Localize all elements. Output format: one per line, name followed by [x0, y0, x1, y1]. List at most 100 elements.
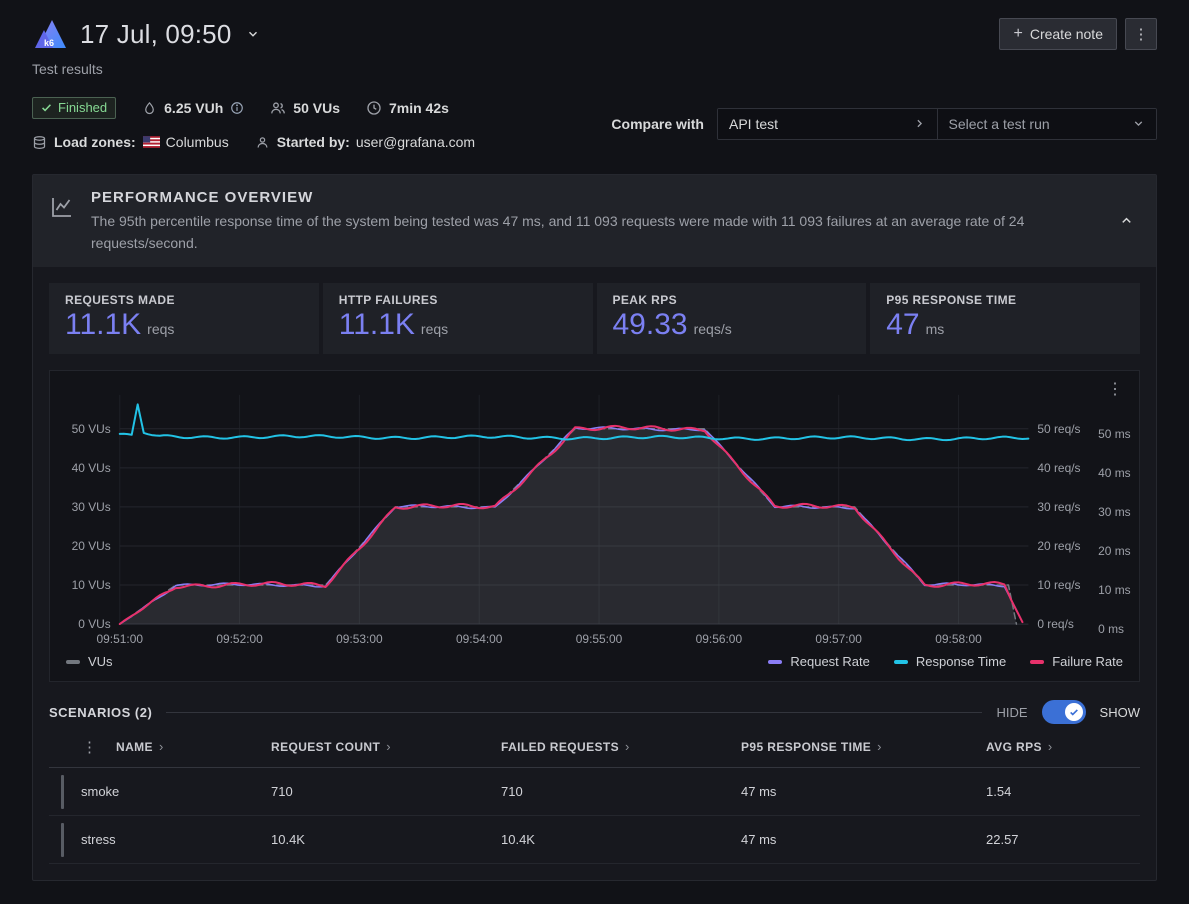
legend-item-failure-rate[interactable]: Failure Rate — [1030, 654, 1123, 669]
title-dropdown-chevron[interactable] — [244, 25, 262, 43]
row-accent — [61, 775, 64, 809]
user-icon — [255, 135, 270, 150]
svg-text:09:51:00: 09:51:00 — [97, 632, 144, 646]
load-zones: Load zones: Columbus — [32, 134, 229, 150]
svg-text:40 VUs: 40 VUs — [72, 461, 111, 475]
legend-item-request-rate[interactable]: Request Rate — [768, 654, 870, 669]
column-header-request-count[interactable]: REQUEST COUNT› — [271, 739, 501, 754]
run-summary: Finished 6.25 VUh 50 VUs 7min 42s — [32, 97, 1157, 150]
started-by-label: Started by: — [277, 134, 350, 150]
overview-description: The 95th percentile response time of the… — [91, 211, 1076, 254]
column-header-p95-response-time[interactable]: P95 RESPONSE TIME› — [741, 739, 986, 754]
collapse-chevron-up-icon[interactable] — [1113, 207, 1140, 237]
header-kebab-button[interactable]: ⋮ — [1125, 18, 1157, 50]
svg-text:0 ms: 0 ms — [1098, 622, 1124, 636]
cell-request-count: 710 — [271, 784, 501, 799]
table-row-smoke[interactable]: smoke 710 710 47 ms 1.54 — [49, 768, 1140, 816]
stat-unit: reqs — [421, 321, 448, 337]
stat-http-failures: HTTP FAILURES 11.1K reqs — [323, 283, 593, 354]
svg-text:0 VUs: 0 VUs — [78, 617, 111, 631]
svg-text:30 req/s: 30 req/s — [1037, 500, 1080, 514]
cell-request-count: 10.4K — [271, 832, 501, 847]
divider — [166, 712, 982, 713]
performance-chart[interactable]: 0 VUs0 req/s0 ms10 VUs10 req/s10 ms20 VU… — [50, 377, 1139, 652]
column-header-failed-requests[interactable]: FAILED REQUESTS› — [501, 739, 741, 754]
stat-value: 11.1K — [339, 308, 415, 342]
cell-p95-response-time: 47 ms — [741, 784, 986, 799]
legend-swatch — [1030, 660, 1044, 664]
stat-unit: reqs/s — [694, 321, 732, 337]
overview-stats: REQUESTS MADE 11.1K reqs HTTP FAILURES 1… — [49, 283, 1140, 354]
started-by-value: user@grafana.com — [356, 134, 475, 150]
compare-run-select[interactable]: Select a test run — [938, 109, 1157, 139]
scenarios-table-header: ⋮ NAME› REQUEST COUNT› FAILED REQUESTS› … — [49, 726, 1140, 768]
load-zones-label: Load zones: — [54, 134, 136, 150]
svg-text:20 VUs: 20 VUs — [72, 539, 111, 553]
column-header-avg-rps[interactable]: AVG RPS› — [986, 739, 1140, 754]
table-kebab-icon[interactable]: ⋮ — [49, 738, 116, 756]
stat-label: REQUESTS MADE — [65, 293, 303, 307]
svg-text:09:57:00: 09:57:00 — [815, 632, 862, 646]
legend-item-response-time[interactable]: Response Time — [894, 654, 1006, 669]
stat-peak-rps: PEAK RPS 49.33 reqs/s — [597, 283, 867, 354]
column-header-name[interactable]: NAME› — [116, 739, 271, 754]
cell-p95-response-time: 47 ms — [741, 832, 986, 847]
row-accent — [61, 823, 64, 857]
legend-swatch — [768, 660, 782, 664]
plus-icon: + — [1013, 26, 1022, 42]
scenarios-bar: SCENARIOS (2) HIDE SHOW — [49, 700, 1140, 724]
create-note-button[interactable]: + Create note — [999, 18, 1117, 50]
chevron-down-icon — [1132, 117, 1145, 130]
legend-swatch — [66, 660, 80, 664]
compare-test-select[interactable]: API test — [718, 109, 938, 139]
stat-value: 49.33 — [613, 308, 688, 342]
overview-panel-header[interactable]: PERFORMANCE OVERVIEW The 95th percentile… — [33, 175, 1156, 267]
legend-item-vus[interactable]: VUs — [66, 654, 113, 669]
cell-avg-rps: 22.57 — [986, 832, 1140, 847]
legend-label: Response Time — [916, 654, 1006, 669]
cell-avg-rps: 1.54 — [986, 784, 1140, 799]
table-row-stress[interactable]: stress 10.4K 10.4K 47 ms 22.57 — [49, 816, 1140, 864]
svg-text:40 ms: 40 ms — [1098, 466, 1131, 480]
k6-test-results-page: k6 17 Jul, 09:50 Test results + Create n… — [0, 0, 1189, 893]
overview-header-text: PERFORMANCE OVERVIEW The 95th percentile… — [91, 189, 1076, 254]
stat-requests-made: REQUESTS MADE 11.1K reqs — [49, 283, 319, 354]
svg-text:0 req/s: 0 req/s — [1037, 617, 1074, 631]
scenarios-title: SCENARIOS (2) — [49, 705, 152, 720]
performance-overview-panel: PERFORMANCE OVERVIEW The 95th percentile… — [32, 174, 1157, 881]
svg-text:09:54:00: 09:54:00 — [456, 632, 503, 646]
sort-chevron-icon: › — [159, 739, 164, 754]
page-title: 17 Jul, 09:50 — [80, 19, 232, 50]
k6-logo: k6 — [32, 16, 68, 52]
svg-text:20 req/s: 20 req/s — [1037, 539, 1080, 553]
vuh-value: 6.25 VUh — [164, 100, 223, 116]
vus-metric: 50 VUs — [270, 100, 340, 116]
users-icon — [270, 100, 286, 116]
sort-chevron-icon: › — [386, 739, 391, 754]
overview-title: PERFORMANCE OVERVIEW — [91, 189, 1076, 206]
svg-text:30 VUs: 30 VUs — [72, 500, 111, 514]
compare-run-placeholder: Select a test run — [949, 116, 1050, 132]
sort-chevron-icon: › — [625, 739, 630, 754]
svg-text:40 req/s: 40 req/s — [1037, 461, 1080, 475]
droplet-icon — [142, 101, 157, 116]
performance-chart-card: ⋮ 0 VUs0 req/s0 ms10 VUs10 req/s10 ms20 … — [49, 370, 1140, 682]
svg-text:09:56:00: 09:56:00 — [696, 632, 743, 646]
info-icon[interactable] — [230, 101, 244, 115]
svg-text:k6: k6 — [44, 38, 54, 48]
scenarios-show-toggle[interactable] — [1042, 700, 1086, 724]
database-icon — [32, 135, 47, 150]
header-left: k6 17 Jul, 09:50 Test results — [32, 16, 262, 77]
compare-with: Compare with API test Select a test run — [611, 108, 1157, 140]
stat-label: PEAK RPS — [613, 293, 851, 307]
svg-text:09:58:00: 09:58:00 — [935, 632, 982, 646]
chart-kebab-button[interactable]: ⋮ — [1101, 377, 1129, 401]
stat-value: 11.1K — [65, 308, 141, 342]
create-note-label: Create note — [1030, 26, 1103, 42]
svg-text:20 ms: 20 ms — [1098, 544, 1131, 558]
vus-value: 50 VUs — [293, 100, 340, 116]
toggle-knob — [1065, 703, 1083, 721]
scenarios-table: ⋮ NAME› REQUEST COUNT› FAILED REQUESTS› … — [49, 726, 1140, 864]
sort-chevron-icon: › — [877, 739, 882, 754]
clock-icon — [366, 100, 382, 116]
